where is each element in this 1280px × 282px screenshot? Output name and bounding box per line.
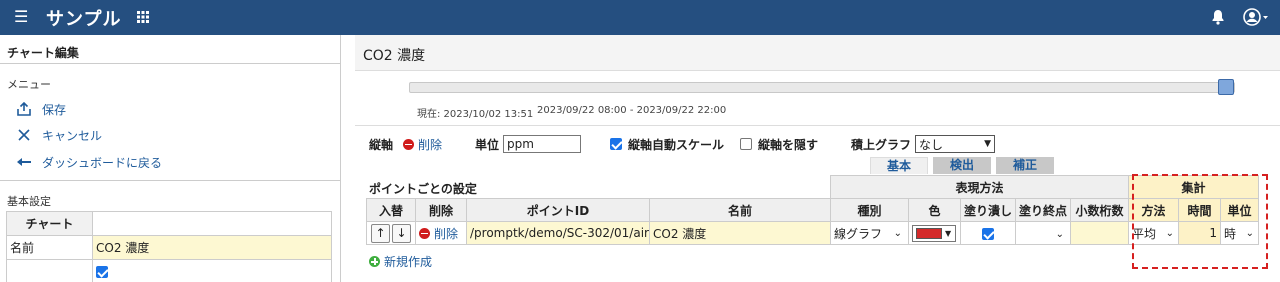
top-bar: ☰ サンプル <box>0 0 1280 35</box>
color-picker[interactable]: ▼ <box>912 224 956 242</box>
stack-group: 積上グラフ なし ▼ <box>851 135 996 153</box>
col-type: 種別 <box>830 198 909 222</box>
chevron-down-icon: ⌄ <box>1245 227 1255 239</box>
point-settings-table: 表現方法 集計 入替 削除 ポイントID 名前 種別 色 塗り潰し 塗り終点 小… <box>366 175 1260 245</box>
time-range: 2023/09/22 08:00 - 2023/09/22 22:00 <box>537 105 727 116</box>
new-point-label: 新規作成 <box>384 255 433 269</box>
time-slider-track[interactable] <box>409 82 1235 93</box>
col-swap: 入替 <box>366 198 416 222</box>
col-unit: 単位 <box>1220 198 1260 222</box>
move-down-button[interactable]: ↓ <box>392 223 411 243</box>
time-slider-handle[interactable] <box>1218 79 1234 95</box>
table-row: ↑↓ 削除 /promptk/demo/SC-302/01/airQua CO2… <box>366 221 1260 245</box>
app-title: サンプル <box>46 9 122 30</box>
chart-name-input[interactable]: CO2 濃度 <box>92 235 332 260</box>
tab-basic[interactable]: 基本 <box>870 157 928 174</box>
apps-grid-icon[interactable] <box>137 11 149 26</box>
expression-group-header: 表現方法 <box>829 175 1130 199</box>
axis-label-group: 縦軸 <box>369 136 393 152</box>
name-input[interactable]: CO2 濃度 <box>649 221 831 245</box>
chevron-down-icon: ▼ <box>984 139 992 149</box>
unit-select-value: 時 <box>1224 226 1237 241</box>
chevron-down-icon: ⌄ <box>1055 228 1065 240</box>
new-point-button[interactable]: 新規作成 <box>369 253 432 270</box>
stack-select[interactable]: なし ▼ <box>915 135 996 153</box>
fill-checkbox[interactable] <box>982 227 994 240</box>
type-select-value: 線グラフ <box>834 226 883 241</box>
hide-axis-group: 縦軸を隠す <box>740 136 818 152</box>
name-label: 名前 <box>6 235 93 260</box>
user-icon[interactable] <box>1243 8 1269 29</box>
col-method: 方法 <box>1128 198 1180 222</box>
current-time: 現在: 2023/10/02 13:51 <box>417 109 534 120</box>
row-delete-label: 削除 <box>434 226 459 241</box>
save-label: 保存 <box>42 102 67 117</box>
move-up-button[interactable]: ↑ <box>371 223 390 243</box>
main-header: CO2 濃度 <box>355 35 1280 71</box>
decimals-input[interactable] <box>1070 221 1130 245</box>
col-fill: 塗り潰し <box>959 198 1017 222</box>
unit-label: 単位 <box>475 137 500 152</box>
point-id-input[interactable]: /promptk/demo/SC-302/01/airQua <box>466 221 650 245</box>
bell-icon[interactable] <box>1211 9 1225 28</box>
time-input[interactable]: 1 <box>1178 221 1222 245</box>
delete-icon <box>419 227 430 239</box>
sidebar-title: チャート編集 <box>7 46 79 60</box>
type-select[interactable]: 線グラフ ⌄ <box>834 224 902 242</box>
axis-delete-button[interactable]: 削除 <box>403 136 442 152</box>
delete-icon <box>403 138 414 150</box>
page-title: CO2 濃度 <box>363 48 426 64</box>
chevron-down-icon: ⌄ <box>893 227 902 239</box>
col-point-id: ポイントID <box>466 198 650 222</box>
upload-icon <box>14 102 34 116</box>
method-select[interactable]: 平均 ⌄ <box>1132 224 1175 242</box>
cancel-label: キャンセル <box>42 128 103 143</box>
back-to-dashboard-button[interactable]: ダッシュボードに戻る <box>14 152 162 172</box>
save-button[interactable]: 保存 <box>14 99 66 119</box>
col-delete: 削除 <box>415 198 467 222</box>
option-checkbox[interactable] <box>96 266 108 278</box>
hide-axis-label: 縦軸を隠す <box>758 137 819 152</box>
tab-correction[interactable]: 補正 <box>996 157 1054 174</box>
auto-scale-label: 縦軸自動スケール <box>628 137 725 152</box>
main-panel: CO2 濃度 現在: 2023/10/02 13:51 2023/09/22 0… <box>355 35 1280 282</box>
auto-scale-checkbox[interactable] <box>610 138 622 150</box>
chevron-down-icon: ⌄ <box>1165 227 1175 239</box>
col-fill-end: 塗り終点 <box>1015 198 1072 222</box>
stack-select-value: なし <box>919 137 944 152</box>
tab-detection[interactable]: 検出 <box>933 157 991 174</box>
basic-settings-table: チャート 名前 CO2 濃度 <box>6 211 332 282</box>
menu-icon[interactable]: ☰ <box>14 9 28 25</box>
basic-settings-label: 基本設定 <box>7 195 51 208</box>
aggregation-group-header: 集計 <box>1128 175 1260 199</box>
unit-input[interactable]: ppm <box>503 135 582 153</box>
axis-delete-label: 削除 <box>418 137 443 152</box>
stack-label: 積上グラフ <box>851 137 912 152</box>
divider <box>0 180 340 181</box>
row-delete-button[interactable]: 削除 <box>415 221 467 245</box>
chevron-down-icon: ▼ <box>945 228 952 238</box>
col-color: 色 <box>908 198 961 222</box>
method-select-value: 平均 <box>1132 226 1157 241</box>
fill-end-select[interactable]: ⌄ <box>1025 225 1068 243</box>
menu-section-label: メニュー <box>7 78 51 91</box>
axis-label: 縦軸 <box>369 137 394 152</box>
back-label: ダッシュボードに戻る <box>42 155 163 170</box>
unit-select[interactable]: 時 ⌄ <box>1224 224 1255 242</box>
plus-icon <box>369 256 380 267</box>
divider <box>355 125 1280 126</box>
col-time: 時間 <box>1178 198 1222 222</box>
hide-axis-checkbox[interactable] <box>740 138 752 150</box>
close-icon <box>14 129 34 141</box>
divider <box>0 63 340 64</box>
col-name: 名前 <box>649 198 831 222</box>
arrow-left-icon <box>14 157 34 167</box>
color-swatch <box>916 227 942 239</box>
unit-group: 単位 ppm <box>475 135 582 153</box>
auto-scale-group: 縦軸自動スケール <box>610 136 724 152</box>
cancel-button[interactable]: キャンセル <box>14 125 102 145</box>
sidebar: チャート編集 メニュー 保存 キャンセル ダッシュボードに戻る 基本設定 チャー… <box>0 35 341 282</box>
chart-header: チャート <box>6 211 93 236</box>
col-decimals: 小数桁数 <box>1070 198 1130 222</box>
